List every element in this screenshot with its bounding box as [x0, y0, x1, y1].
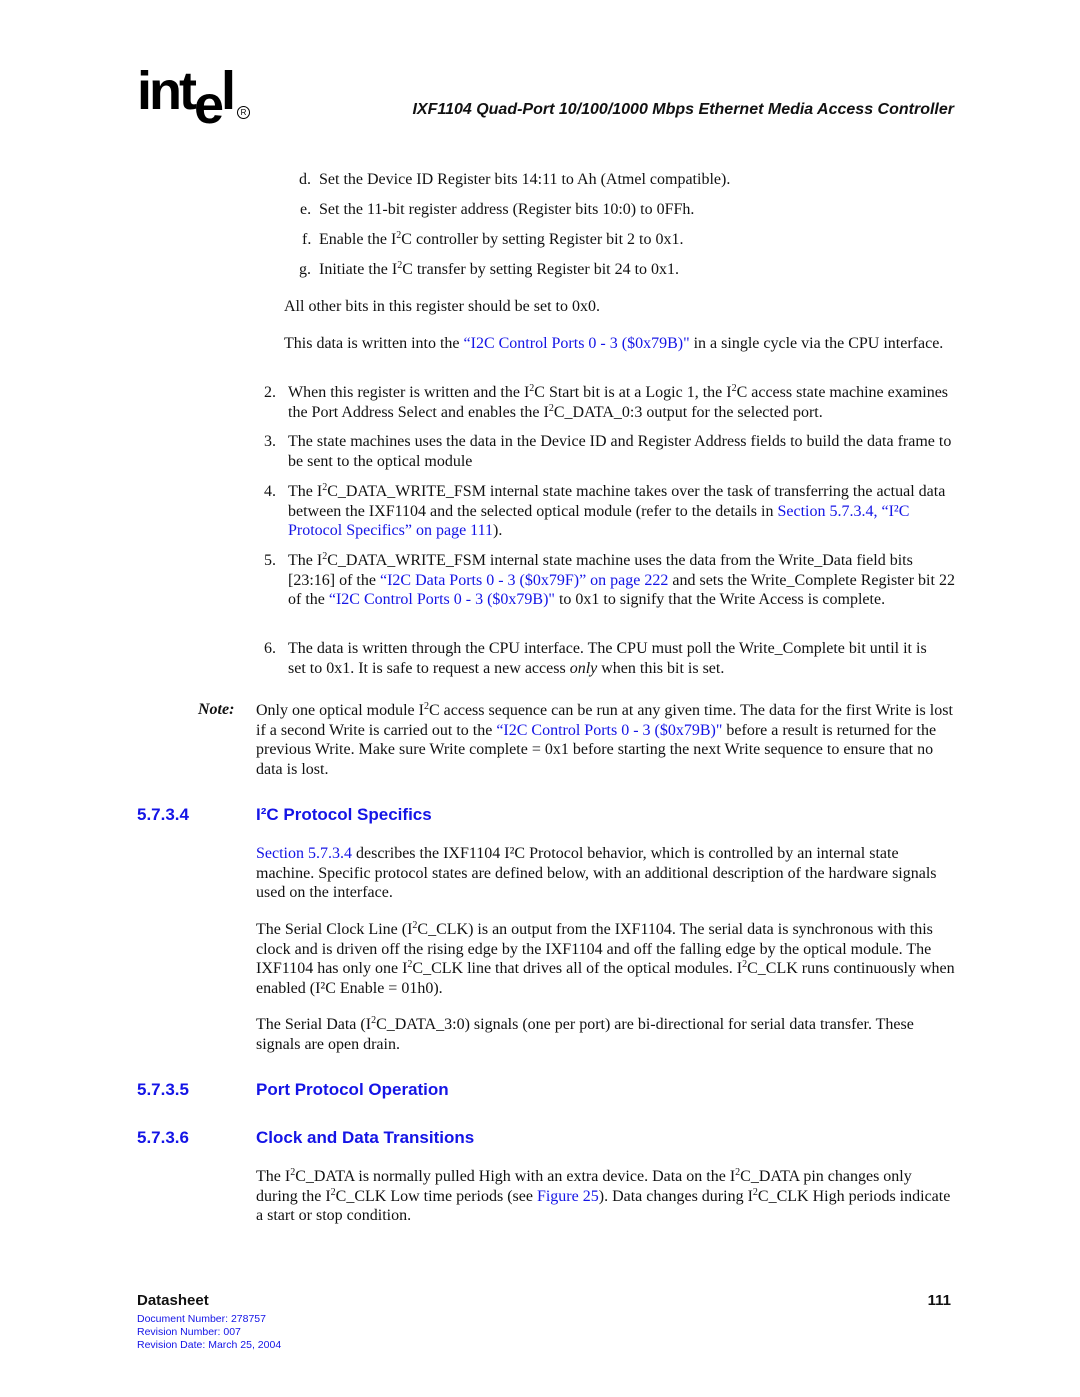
section-heading: Clock and Data Transitions: [256, 1128, 475, 1147]
list-marker: f.: [302, 231, 312, 248]
paragraph: All other bits in this register should b…: [284, 298, 600, 315]
list-marker: d.: [299, 171, 311, 188]
step-text: The I2C_DATA_WRITE_FSM internal state ma…: [288, 551, 955, 609]
revision-date: Revision Date: March 25, 2004: [137, 1339, 282, 1351]
footer-label: Datasheet: [137, 1292, 209, 1309]
list-item: Set the 11-bit register address (Registe…: [319, 201, 695, 218]
step-number: 6.: [264, 640, 276, 657]
revision-number: Revision Number: 007: [137, 1326, 241, 1338]
step-number: 2.: [264, 384, 276, 401]
page-number: 111: [927, 1292, 951, 1309]
section-heading: I²C Protocol Specifics: [256, 805, 432, 824]
register-link[interactable]: “I2C Control Ports 0 - 3 ($0x79B)": [329, 591, 555, 608]
step-text: When this register is written and the I2…: [288, 383, 949, 421]
section-link[interactable]: Section 5.7.3.4: [256, 845, 352, 862]
step-number: 4.: [264, 483, 276, 500]
figure-link[interactable]: Figure 25: [537, 1188, 599, 1205]
paragraph: This data is written into the “I2C Contr…: [284, 335, 944, 352]
step-text: The I2C_DATA_WRITE_FSM internal state ma…: [288, 482, 946, 540]
list-item: Enable the I2C controller by setting Reg…: [319, 230, 684, 249]
paragraph: The Serial Clock Line (I2C_CLK) is an ou…: [256, 920, 955, 998]
section-heading: Port Protocol Operation: [256, 1080, 449, 1099]
section-number: 5.7.3.6: [137, 1128, 189, 1147]
list-marker: e.: [300, 201, 312, 218]
data-ports-link[interactable]: “I2C Data Ports 0 - 3 ($0x79F)” on page …: [380, 572, 668, 589]
note-label: Note:: [198, 701, 235, 718]
document-title: IXF1104 Quad-Port 10/100/1000 Mbps Ether…: [412, 101, 954, 118]
document-number: Document Number: 278757: [137, 1313, 266, 1325]
logo-wordmark: intel: [137, 61, 236, 135]
step-text: The state machines uses the data in the …: [288, 433, 952, 470]
note-text: Only one optical module I2C access seque…: [256, 701, 953, 779]
section-number: 5.7.3.5: [137, 1080, 189, 1099]
step-number: 5.: [264, 552, 276, 569]
section-number: 5.7.3.4: [137, 805, 189, 824]
step-number: 3.: [264, 433, 276, 450]
list-item: Initiate the I2C transfer by setting Reg…: [319, 260, 680, 279]
register-link[interactable]: “I2C Control Ports 0 - 3 ($0x79B)": [496, 722, 722, 739]
register-link[interactable]: “I2C Control Ports 0 - 3 ($0x79B)": [464, 335, 690, 352]
paragraph: The Serial Data (I2C_DATA_3:0) signals (…: [256, 1015, 914, 1053]
paragraph: Section 5.7.3.4 describes the IXF1104 I²…: [256, 845, 937, 902]
paragraph: The I2C_DATA is normally pulled High wit…: [256, 1167, 951, 1225]
step-text: The data is written through the CPU inte…: [288, 640, 927, 677]
registered-icon: R: [237, 106, 250, 119]
list-item: Set the Device ID Register bits 14:11 to…: [319, 171, 731, 188]
intel-logo: intel R: [137, 64, 257, 134]
list-marker: g.: [299, 261, 311, 278]
